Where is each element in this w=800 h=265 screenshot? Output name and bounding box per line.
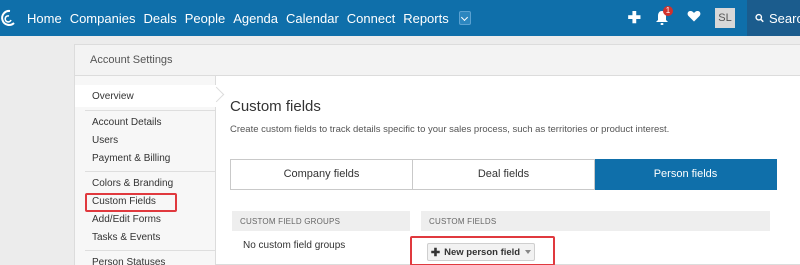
notification-count-badge: 1	[663, 6, 673, 16]
global-search[interactable]: Search	[747, 0, 800, 36]
user-avatar[interactable]: SL	[715, 8, 735, 28]
custom-fields-content: Custom fields Create custom fields to tr…	[230, 76, 800, 265]
highlight-annotation-custom-fields	[85, 193, 177, 212]
main-nav: Home Companies Deals People Agenda Calen…	[27, 0, 471, 36]
sidebar-divider	[85, 250, 215, 251]
sidebar-item-account-details[interactable]: Account Details	[92, 117, 161, 128]
nav-more-chevron-down-icon[interactable]	[458, 11, 471, 25]
tab-company-fields[interactable]: Company fields	[230, 159, 413, 190]
sidebar-item-colors-branding[interactable]: Colors & Branding	[92, 178, 173, 189]
new-person-field-button[interactable]: ✚ New person field	[427, 243, 535, 261]
logo-icon[interactable]	[0, 8, 18, 28]
top-nav-bar: Home Companies Deals People Agenda Calen…	[0, 0, 800, 36]
nav-calendar[interactable]: Calendar	[286, 11, 339, 26]
nav-home[interactable]: Home	[27, 11, 62, 26]
favorites-heart-icon[interactable]	[687, 9, 701, 27]
account-settings-panel: Account Settings Overview Account Detail…	[74, 44, 800, 265]
sidebar-item-tasks-events[interactable]: Tasks & Events	[92, 232, 160, 243]
fields-header-label: CUSTOM FIELDS	[429, 217, 497, 226]
sidebar-item-overview[interactable]: Overview	[92, 91, 134, 102]
nav-deals[interactable]: Deals	[143, 11, 176, 26]
search-icon	[755, 13, 764, 23]
chevron-down-icon	[525, 250, 532, 254]
tab-deal-fields[interactable]: Deal fields	[413, 159, 595, 190]
sidebar-item-payment-billing[interactable]: Payment & Billing	[92, 153, 170, 164]
custom-fields-header: CUSTOM FIELDS	[421, 211, 770, 231]
search-label: Search	[769, 10, 800, 26]
plus-icon: ✚	[430, 246, 441, 259]
custom-field-groups-header: CUSTOM FIELD GROUPS	[232, 211, 410, 231]
nav-agenda[interactable]: Agenda	[233, 11, 278, 26]
sidebar-item-add-edit-forms[interactable]: Add/Edit Forms	[92, 214, 161, 225]
sidebar-divider	[85, 110, 215, 111]
new-field-button-label: New person field	[444, 246, 521, 258]
nav-connect[interactable]: Connect	[347, 11, 395, 26]
top-right-actions: ✚ 1 SL Search	[628, 0, 800, 36]
sidebar-item-person-statuses[interactable]: Person Statuses	[92, 257, 165, 265]
nav-people[interactable]: People	[185, 11, 225, 26]
add-plus-icon[interactable]: ✚	[628, 8, 641, 28]
empty-groups-message: No custom field groups	[243, 240, 346, 251]
field-type-tabs: Company fields Deal fields Person fields	[230, 159, 777, 190]
nav-reports[interactable]: Reports	[403, 11, 449, 26]
sidebar-item-users[interactable]: Users	[92, 135, 118, 146]
panel-header: Account Settings	[75, 45, 800, 76]
page-subtitle: Create custom fields to track details sp…	[230, 124, 670, 135]
page-title: Custom fields	[230, 98, 321, 115]
tab-person-fields[interactable]: Person fields	[595, 159, 777, 190]
nav-companies[interactable]: Companies	[70, 11, 136, 26]
settings-sidebar: Overview Account Details Users Payment &…	[75, 76, 216, 265]
sidebar-divider	[85, 171, 215, 172]
panel-title: Account Settings	[90, 54, 173, 66]
notifications-bell-icon[interactable]: 1	[655, 6, 673, 26]
groups-header-label: CUSTOM FIELD GROUPS	[240, 217, 341, 226]
